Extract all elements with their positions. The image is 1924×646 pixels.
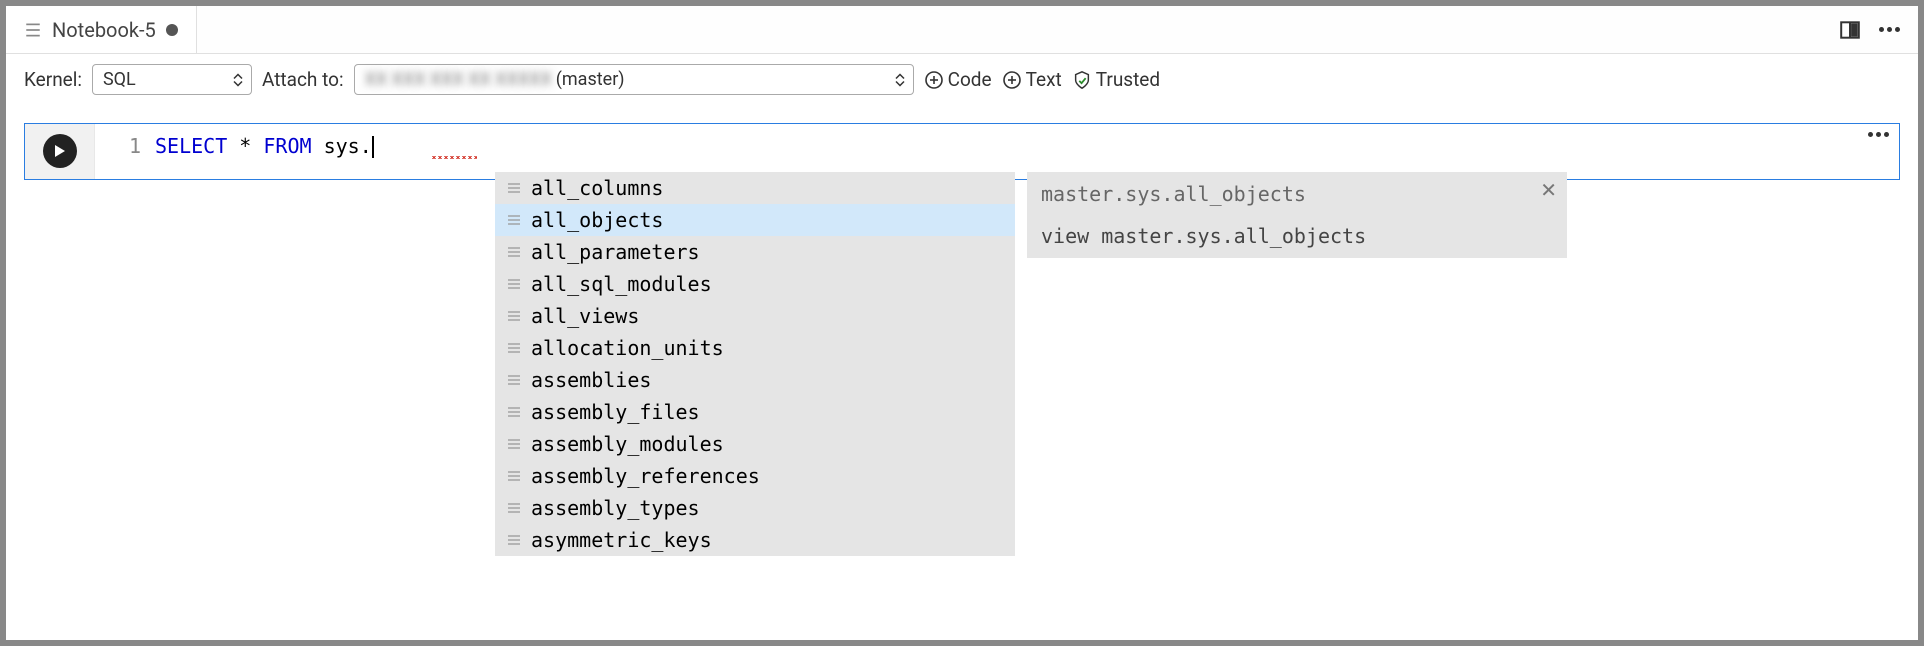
list-item-icon xyxy=(507,277,521,291)
autocomplete-item[interactable]: all_views xyxy=(495,300,1015,332)
autocomplete-item-label: assembly_types xyxy=(531,496,700,520)
list-item-icon xyxy=(507,501,521,515)
autocomplete-item-label: assembly_modules xyxy=(531,432,724,456)
chevron-updown-icon xyxy=(233,73,243,86)
kernel-label: Kernel: xyxy=(24,68,82,91)
tab-actions xyxy=(1821,19,1918,41)
autocomplete-item-label: all_sql_modules xyxy=(531,272,712,296)
split-editor-icon[interactable] xyxy=(1839,19,1861,41)
code-text[interactable]: SELECT * FROM sys. xyxy=(155,134,374,159)
attach-suffix: (master) xyxy=(556,69,625,90)
app-window: Notebook-5 Kernel: SQL Attach to: xyxy=(6,6,1918,640)
autocomplete-item[interactable]: all_parameters xyxy=(495,236,1015,268)
autocomplete-item[interactable]: all_sql_modules xyxy=(495,268,1015,300)
attach-select[interactable]: XX XXX XXX XX XXXXX (master) xyxy=(354,64,914,95)
editor-area: 1 SELECT * FROM sys. all_columns all_obje… xyxy=(6,105,1918,640)
list-item-icon xyxy=(507,437,521,451)
tab-title: Notebook-5 xyxy=(52,18,156,42)
autocomplete-list[interactable]: all_columns all_objects all_parameters all_… xyxy=(495,172,1015,556)
autocomplete-item[interactable]: all_columns xyxy=(495,172,1015,204)
autocomplete-item-label: assemblies xyxy=(531,368,651,392)
autocomplete-item[interactable]: all_objects xyxy=(495,204,1015,236)
autocomplete-item[interactable]: asymmetric_keys xyxy=(495,524,1015,556)
toolbar: Kernel: SQL Attach to: XX XXX XXX XX XXX… xyxy=(6,54,1918,105)
code-cell[interactable]: 1 SELECT * FROM sys. all_columnsall_obje… xyxy=(24,123,1900,180)
cell-more-icon[interactable] xyxy=(1868,132,1889,137)
list-item-icon xyxy=(507,181,521,195)
autocomplete-item-label: allocation_units xyxy=(531,336,724,360)
cell-body[interactable]: 1 SELECT * FROM sys. all_columnsall_obje… xyxy=(95,124,1899,179)
autocomplete-item-label: all_columns xyxy=(531,176,663,200)
autocomplete-item-label: assembly_files xyxy=(531,400,700,424)
code-label: Code xyxy=(948,68,992,91)
trusted-label: Trusted xyxy=(1096,68,1160,91)
text-label: Text xyxy=(1026,68,1062,91)
add-code-button[interactable]: Code xyxy=(924,68,992,91)
autocomplete-doc: ✕ master.sys.all_objects view master.sys… xyxy=(1027,172,1567,258)
list-item-icon xyxy=(507,373,521,387)
notebook-icon xyxy=(24,21,42,39)
doc-body: view master.sys.all_objects xyxy=(1041,224,1553,248)
autocomplete-item-label: all_parameters xyxy=(531,240,700,264)
tab-bar: Notebook-5 xyxy=(6,6,1918,54)
autocomplete-item[interactable]: assemblies xyxy=(495,364,1015,396)
run-cell-button[interactable] xyxy=(43,134,77,168)
text-cursor xyxy=(372,136,374,158)
autocomplete-item[interactable]: allocation_units xyxy=(495,332,1015,364)
trusted-button[interactable]: Trusted xyxy=(1072,68,1160,91)
list-item-icon xyxy=(507,213,521,227)
list-item-icon xyxy=(507,341,521,355)
autocomplete-item-label: asymmetric_keys xyxy=(531,528,712,552)
notebook-tab[interactable]: Notebook-5 xyxy=(6,6,197,53)
autocomplete-item-label: all_objects xyxy=(531,208,663,232)
dirty-indicator-icon xyxy=(166,24,178,36)
close-icon[interactable]: ✕ xyxy=(1540,178,1557,203)
autocomplete-item[interactable]: assembly_modules xyxy=(495,428,1015,460)
list-item-icon xyxy=(507,469,521,483)
autocomplete-item[interactable]: assembly_types xyxy=(495,492,1015,524)
autocomplete-item-label: assembly_references xyxy=(531,464,760,488)
list-item-icon xyxy=(507,533,521,547)
code-line: 1 SELECT * FROM sys. xyxy=(95,134,1899,159)
doc-title: master.sys.all_objects xyxy=(1041,182,1553,206)
line-number: 1 xyxy=(95,134,155,158)
cell-gutter xyxy=(25,124,95,179)
list-item-icon xyxy=(507,245,521,259)
attach-label: Attach to: xyxy=(262,68,344,91)
error-squiggle-icon xyxy=(431,156,477,159)
chevron-updown-icon xyxy=(895,73,905,86)
more-actions-icon[interactable] xyxy=(1879,27,1900,32)
kernel-select[interactable]: SQL xyxy=(92,64,252,95)
autocomplete-item[interactable]: assembly_files xyxy=(495,396,1015,428)
list-item-icon xyxy=(507,309,521,323)
kernel-value: SQL xyxy=(103,69,136,90)
add-text-button[interactable]: Text xyxy=(1002,68,1062,91)
autocomplete-popup: all_columns all_objects all_parameters all_… xyxy=(495,172,1567,556)
list-item-icon xyxy=(507,405,521,419)
autocomplete-item[interactable]: assembly_references xyxy=(495,460,1015,492)
autocomplete-item-label: all_views xyxy=(531,304,639,328)
attach-host-redacted: XX XXX XXX XX XXXXX xyxy=(365,69,552,90)
